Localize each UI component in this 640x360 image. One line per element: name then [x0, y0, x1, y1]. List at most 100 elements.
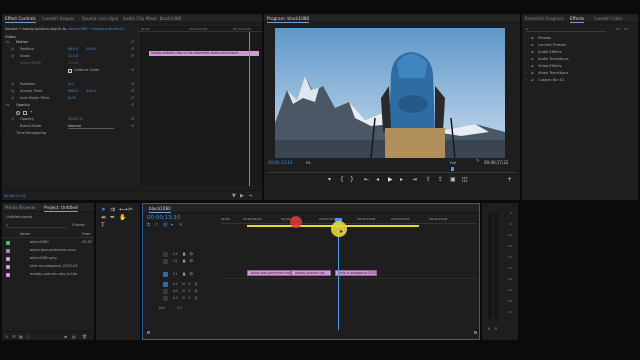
- filter-icon[interactable]: ▼: [232, 193, 236, 199]
- nest-icon[interactable]: ⧉: [147, 222, 150, 227]
- add-marker-icon[interactable]: ▾: [328, 177, 331, 183]
- program-video-frame[interactable]: [275, 28, 505, 158]
- reset-icon[interactable]: ↺: [131, 117, 134, 121]
- tab-media-browser[interactable]: Media Browser: [5, 205, 36, 210]
- step-back-icon[interactable]: ◂: [376, 177, 379, 183]
- timeline-timecode[interactable]: 00;00;13;10: [147, 215, 181, 221]
- project-search-input[interactable]: ⌕: [6, 222, 66, 228]
- reset-icon[interactable]: ↺: [131, 103, 134, 107]
- microphone-icon[interactable]: 🎙: [194, 289, 198, 293]
- effects-search-input[interactable]: ⌕: [526, 26, 606, 32]
- microphone-icon[interactable]: 🎙: [194, 282, 198, 286]
- source-patch[interactable]: [163, 259, 168, 264]
- step-forward-icon[interactable]: ▸: [400, 177, 403, 183]
- tab-essential-graphics[interactable]: Essential Graphics: [525, 16, 564, 21]
- reset-icon[interactable]: ↺: [131, 89, 134, 93]
- property-value-2[interactable]: 540.0: [86, 89, 96, 93]
- project-item[interactable]: black-jazz-performer.mov: [2, 248, 94, 256]
- add-marker-icon[interactable]: ▾: [171, 222, 173, 227]
- property-scale[interactable]: ◷ Scale 113.0 ↺: [2, 54, 136, 60]
- new-item-icon[interactable]: ▤: [72, 334, 76, 339]
- program-scrub-bar[interactable]: [268, 167, 516, 173]
- property-uniform-scale[interactable]: ✓ Uniform Scale ↺: [2, 68, 136, 74]
- mini-ruler[interactable]: 00;00 00;00;05;00 00;00;10;00: [139, 26, 262, 32]
- property-value[interactable]: 0.0: [68, 82, 74, 86]
- reset-icon[interactable]: ↺: [131, 96, 134, 100]
- razor-tool-icon[interactable]: ✂: [128, 207, 133, 213]
- new-bin-icon[interactable]: ▭: [616, 26, 620, 31]
- chevron-right-icon[interactable]: ›: [6, 131, 7, 135]
- effect-controls-mini-timeline[interactable]: 00;00 00;00;05;00 00;00;10;00 moody-autu…: [138, 26, 262, 186]
- reset-icon[interactable]: ↺: [131, 124, 134, 128]
- eye-icon[interactable]: 👁: [189, 259, 193, 263]
- type-tool-icon[interactable]: T: [101, 223, 105, 229]
- eye-icon[interactable]: 👁: [189, 272, 193, 276]
- tab-effect-controls[interactable]: Effect Controls: [5, 16, 36, 23]
- track-lanes[interactable]: black-jazz-performer.mo moody-autumn-da …: [221, 252, 477, 314]
- source-patch[interactable]: [163, 289, 168, 294]
- property-opacity[interactable]: ◷ Opacity 100.0 % ↺: [2, 117, 136, 123]
- tab-program[interactable]: Program: black1080: [267, 16, 310, 23]
- property-value[interactable]: 960.0: [68, 47, 78, 51]
- mark-out-icon[interactable]: }: [350, 177, 354, 183]
- sequence-label[interactable]: black1080 * moody-autumn-d...: [69, 27, 126, 31]
- master-value[interactable]: 0.0: [177, 306, 182, 310]
- wrench-icon[interactable]: ✎: [476, 159, 480, 164]
- tab-audio-clip-mixer[interactable]: Audio Clip Mixer: black1080: [123, 16, 181, 21]
- tab-lumetri-color[interactable]: Lumetri Color: [594, 16, 622, 21]
- tab-effects[interactable]: Effects: [570, 16, 585, 23]
- extract-icon[interactable]: ⇪: [438, 177, 443, 183]
- project-item[interactable]: black1080.png: [2, 256, 94, 264]
- property-anchor-point[interactable]: ◷ Anchor Point 960.0 540.0 ↺: [2, 89, 136, 95]
- property-rotation[interactable]: ◷ Rotation 0.0 ↺: [2, 82, 136, 88]
- microphone-icon[interactable]: 🎙: [194, 296, 198, 300]
- project-item[interactable]: black1080 29.97: [2, 240, 94, 248]
- comparison-view-icon[interactable]: ◫: [462, 177, 468, 183]
- source-patch[interactable]: [163, 252, 168, 257]
- timeline-clip[interactable]: black-jazz-performer.mo: [247, 270, 291, 276]
- tab-project[interactable]: Project: Untitled: [44, 205, 78, 212]
- go-to-in-icon[interactable]: ⇤: [364, 177, 369, 183]
- property-value-2[interactable]: 540.0: [86, 47, 96, 51]
- stopwatch-icon[interactable]: ◷: [11, 117, 14, 121]
- reset-icon[interactable]: ↺: [131, 82, 134, 86]
- mute-icon[interactable]: M: [182, 296, 185, 300]
- column-name[interactable]: Name: [20, 232, 30, 236]
- footer-timecode[interactable]: 00;00;11;00: [4, 194, 26, 198]
- timeline-ruler[interactable]: 00;00 00;00;04;00 00;00;08;00 00;00;12;0…: [221, 216, 477, 224]
- lock-icon[interactable]: 🔒: [182, 252, 186, 256]
- tab-source[interactable]: Source: (no clips): [82, 16, 118, 21]
- scroll-start-handle[interactable]: [147, 331, 150, 334]
- snap-icon[interactable]: ⊓: [155, 222, 158, 227]
- mini-clip-chip[interactable]: moody-autumn-day-in-the-dolomites-forest…: [149, 51, 259, 56]
- mute-icon[interactable]: M: [182, 282, 185, 286]
- solo-icon[interactable]: S: [188, 289, 190, 293]
- play-icon[interactable]: ▶: [240, 193, 244, 199]
- project-item[interactable]: moody-autumn-day-in-the: [2, 272, 94, 280]
- list-view-icon[interactable]: ☰: [12, 334, 16, 339]
- property-blend-mode[interactable]: Blend Mode Normal ↺: [2, 124, 136, 130]
- stopwatch-icon[interactable]: ◷: [11, 96, 14, 100]
- timeline-clip[interactable]: moody-autumn-da: [291, 270, 331, 276]
- play-button-icon[interactable]: ▶: [388, 177, 393, 183]
- ellipse-mask-icon[interactable]: [16, 110, 20, 115]
- property-value[interactable]: 960.0: [68, 89, 78, 93]
- new-bin-icon[interactable]: ▰: [64, 334, 67, 339]
- track-select-tool-icon[interactable]: ⇉: [110, 207, 115, 213]
- property-position[interactable]: ◷ Position 960.0 540.0 ↺: [2, 47, 136, 53]
- property-value[interactable]: 0.00: [68, 96, 76, 100]
- stopwatch-icon[interactable]: ◷: [11, 54, 14, 58]
- opacity-value[interactable]: 100.0 %: [68, 117, 83, 121]
- reset-icon[interactable]: ↺: [131, 40, 134, 44]
- program-timecode-left[interactable]: 00;00;13;10: [268, 160, 292, 165]
- reset-icon[interactable]: ↺: [131, 68, 134, 72]
- full-select[interactable]: Full: [450, 160, 457, 165]
- mark-in-icon[interactable]: {: [340, 177, 344, 183]
- mini-playhead[interactable]: [249, 32, 250, 186]
- new-bin-icon-2[interactable]: ▭: [624, 26, 628, 31]
- export-icon[interactable]: ⇥: [248, 193, 252, 199]
- checkbox-icon[interactable]: ✓: [68, 69, 72, 73]
- hand-tool-icon[interactable]: ✋: [119, 215, 126, 221]
- solo-left-button[interactable]: S: [488, 327, 490, 331]
- selection-tool-icon[interactable]: ➤: [101, 207, 106, 213]
